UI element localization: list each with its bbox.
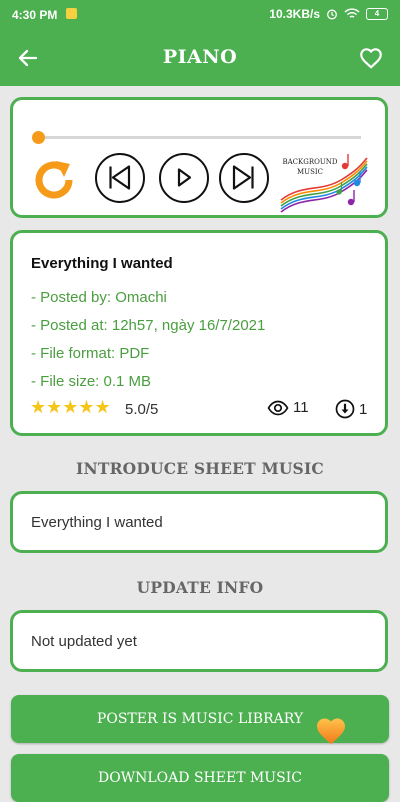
- status-indicators: 10.3KB/s 4: [269, 7, 388, 21]
- rating-stars: ★★★★★: [30, 397, 111, 417]
- alarm-icon: [327, 9, 337, 20]
- notification-icon: [66, 8, 77, 19]
- background-music-label: BACKGROUND MUSIC: [282, 158, 338, 176]
- page-title: PIANO: [162, 46, 238, 68]
- update-info-heading: UPDATE INFO: [136, 578, 264, 597]
- wifi-icon: [344, 8, 360, 18]
- file-format: - File format: PDF: [31, 345, 150, 362]
- download-sheet-button[interactable]: DOWNLOAD SHEET MUSIC: [11, 754, 389, 802]
- previous-button[interactable]: [95, 153, 145, 203]
- update-info-card: Not updated yet: [10, 610, 388, 672]
- play-icon: [177, 168, 192, 187]
- rating-value: 5.0/5: [125, 401, 159, 418]
- player-card: BACKGROUND MUSIC: [10, 97, 388, 218]
- seek-bar-thumb[interactable]: [32, 131, 45, 144]
- introduce-heading: INTRODUCE SHEET MUSIC: [76, 459, 324, 478]
- introduce-text: Everything I wanted: [31, 514, 163, 531]
- app-bar: 4:30 PM 10.3KB/s 4 PIANO: [0, 0, 400, 86]
- eye-icon: [267, 400, 289, 415]
- play-button[interactable]: [159, 153, 209, 203]
- file-size: - File size: 0.1 MB: [31, 373, 152, 390]
- song-title: Everything I wanted: [31, 255, 173, 272]
- views-count: 11: [267, 399, 309, 416]
- update-info-text: Not updated yet: [31, 633, 137, 650]
- seek-bar-track[interactable]: [43, 136, 361, 139]
- background-music-button[interactable]: BACKGROUND MUSIC: [279, 150, 369, 214]
- floating-heart-icon: [317, 718, 345, 744]
- download-icon: [335, 399, 355, 419]
- replay-icon[interactable]: [29, 155, 79, 205]
- next-button[interactable]: [219, 153, 269, 203]
- downloads-value: 1: [359, 400, 368, 418]
- battery-icon: 4: [366, 8, 388, 20]
- skip-previous-icon: [109, 165, 131, 190]
- network-speed: 10.3KB/s: [269, 7, 320, 21]
- views-value: 11: [293, 399, 309, 416]
- skip-next-icon: [232, 165, 254, 190]
- sheet-info-card: Everything I wanted - Posted by: Omachi …: [10, 230, 388, 436]
- status-time: 4:30 PM: [12, 8, 58, 22]
- favorite-heart-icon[interactable]: [358, 45, 384, 71]
- status-bar: 4:30 PM 10.3KB/s 4: [0, 0, 400, 30]
- downloads-count: 1: [335, 399, 367, 419]
- introduce-card: Everything I wanted: [10, 491, 388, 553]
- posted-by: - Posted by: Omachi: [31, 289, 167, 306]
- posted-at: - Posted at: 12h57, ngày 16/7/2021: [31, 317, 266, 334]
